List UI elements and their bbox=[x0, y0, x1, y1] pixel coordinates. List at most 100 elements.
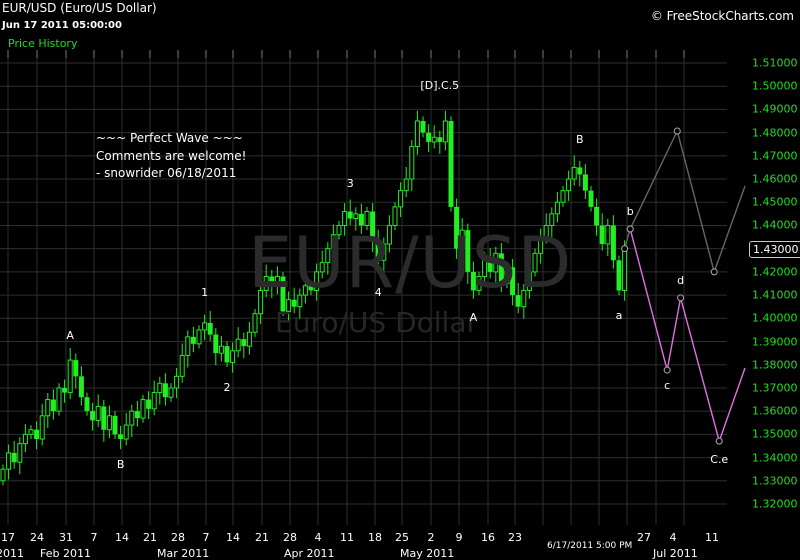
comment-line: ~~~ Perfect Wave ~~~ bbox=[96, 131, 243, 145]
x-month-label: 2011 bbox=[0, 547, 24, 560]
wave-point-marker bbox=[621, 245, 629, 253]
candle bbox=[101, 400, 107, 442]
y-tick-label: 1.46000 bbox=[752, 172, 798, 186]
candle-body-up bbox=[6, 452, 12, 470]
candle-body-down bbox=[213, 334, 219, 354]
candle-body-up bbox=[554, 201, 560, 215]
candle-body-up bbox=[157, 382, 163, 394]
y-tick-label: 1.47000 bbox=[752, 149, 798, 163]
x-month-label: Feb 2011 bbox=[40, 547, 91, 560]
chart-window: EUR/USD Euro/US Dollar EUR/USD (Euro/US … bbox=[0, 0, 800, 560]
candle bbox=[599, 213, 605, 251]
candle bbox=[185, 330, 191, 368]
candle bbox=[594, 198, 600, 236]
candle bbox=[196, 325, 202, 349]
candle bbox=[252, 309, 258, 337]
grey-projection-line bbox=[623, 128, 746, 275]
x-tick-label: 31 bbox=[59, 531, 73, 544]
candle-body-down bbox=[420, 121, 426, 133]
comment-line: - snowrider 06/18/2011 bbox=[96, 166, 237, 180]
candle-body-up bbox=[246, 331, 252, 347]
wave-point-marker bbox=[715, 437, 723, 445]
candle bbox=[157, 376, 163, 405]
y-tick-label: 1.35000 bbox=[752, 427, 798, 441]
candle bbox=[207, 310, 213, 342]
candle-body-up bbox=[151, 392, 157, 410]
candle bbox=[84, 392, 90, 416]
candle bbox=[426, 124, 432, 153]
wave-label: 3 bbox=[346, 176, 354, 190]
wave-label: A bbox=[469, 311, 478, 325]
y-tick-label: 1.39000 bbox=[752, 335, 798, 349]
candle-body-down bbox=[146, 399, 152, 409]
candle-body-up bbox=[398, 190, 404, 208]
panel-label[interactable]: Price History bbox=[8, 37, 77, 50]
candle bbox=[11, 440, 17, 469]
candle bbox=[554, 192, 560, 223]
candle-body-up bbox=[235, 338, 241, 352]
candle bbox=[448, 116, 454, 212]
candle-body-up bbox=[414, 120, 420, 148]
candle-body-up bbox=[17, 443, 23, 463]
candle bbox=[22, 424, 28, 452]
x-tick-label: 21 bbox=[143, 531, 157, 544]
copyright: © FreeStockCharts.com bbox=[650, 9, 794, 23]
y-tick-label: 1.50000 bbox=[752, 79, 798, 93]
candle-body-down bbox=[118, 434, 124, 440]
candle bbox=[39, 403, 45, 446]
candle bbox=[403, 166, 409, 198]
candle-body-up bbox=[39, 415, 45, 440]
comment-line: Comments are welcome! bbox=[96, 149, 247, 163]
candle-body-up bbox=[129, 410, 135, 426]
candle-body-up bbox=[605, 224, 611, 245]
candle-body-up bbox=[622, 248, 628, 291]
x-month-label: Mar 2011 bbox=[157, 547, 210, 560]
candle bbox=[123, 413, 129, 446]
candle-body-down bbox=[73, 360, 79, 377]
x-tick-label: 2 bbox=[427, 531, 435, 544]
y-tick-label: 1.32000 bbox=[752, 497, 798, 511]
watermark-name: Euro/US Dollar bbox=[275, 306, 478, 339]
candle bbox=[560, 186, 566, 207]
candle bbox=[73, 353, 79, 389]
candle-body-up bbox=[230, 350, 236, 363]
wave-label: C.e bbox=[710, 452, 729, 466]
candle-body-up bbox=[22, 433, 28, 445]
candle bbox=[246, 322, 252, 355]
candle-body-down bbox=[50, 399, 56, 412]
wave-label: c bbox=[664, 378, 671, 392]
candle bbox=[95, 394, 101, 427]
candle-body-up bbox=[67, 359, 73, 394]
x-tick-label: 14 bbox=[115, 531, 129, 544]
candle bbox=[151, 380, 157, 416]
candle bbox=[129, 404, 135, 438]
candle bbox=[588, 186, 594, 212]
candle-body-down bbox=[34, 429, 40, 440]
wave-label: A bbox=[66, 328, 74, 342]
candle-body-up bbox=[0, 468, 6, 482]
candle-body-up bbox=[566, 178, 572, 192]
y-tick-label: 1.38000 bbox=[752, 358, 798, 372]
candle bbox=[34, 421, 40, 450]
candle bbox=[571, 155, 577, 186]
wave-label: B bbox=[576, 132, 584, 146]
wave-label: [D].C.5 bbox=[420, 79, 460, 93]
candle-body-down bbox=[582, 174, 588, 191]
wave-point-marker bbox=[626, 225, 634, 233]
y-tick-label: 1.49000 bbox=[752, 102, 798, 116]
y-tick-label: 1.51000 bbox=[752, 56, 798, 70]
wave-label: B bbox=[116, 457, 125, 471]
x-tick-label: 14 bbox=[226, 531, 240, 544]
y-tick-label: 1.41000 bbox=[752, 288, 798, 302]
candle-body-up bbox=[179, 354, 185, 377]
candle-body-up bbox=[431, 136, 437, 143]
candle-body-up bbox=[252, 313, 258, 333]
candle bbox=[50, 389, 56, 420]
candle bbox=[67, 348, 73, 400]
candle bbox=[140, 394, 146, 423]
candle bbox=[56, 383, 62, 416]
x-tick-label: 11 bbox=[705, 531, 719, 544]
candle bbox=[437, 130, 443, 154]
candle-body-down bbox=[588, 190, 594, 207]
candle bbox=[134, 400, 140, 427]
